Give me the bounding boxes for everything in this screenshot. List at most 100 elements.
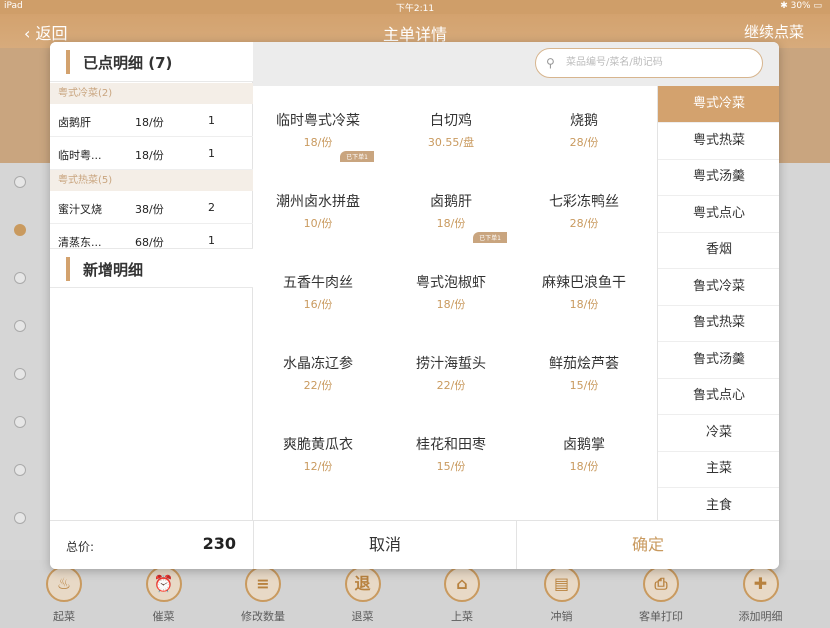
category-item[interactable]: 粤式点心	[658, 196, 779, 233]
category-item[interactable]: 香烟	[658, 232, 779, 269]
dish-card[interactable]: 桂花和田枣 15/份	[395, 422, 507, 486]
background-radio	[14, 416, 26, 428]
category-item[interactable]: 鲁式冷菜	[658, 269, 779, 306]
dish-name: 临时粤式冷菜	[276, 113, 360, 129]
dish-card[interactable]: 潮州卤水拼盘 10/份	[262, 179, 374, 243]
ordered-item-price: 18/份	[135, 116, 164, 129]
confirm-button[interactable]: 确定	[516, 521, 779, 569]
toolbar-icon: ♨	[46, 566, 82, 602]
toolbar-button[interactable]: ♨ 起菜	[29, 566, 99, 624]
status-bar: iPad 下午2:11 ✱ 30% ▭	[0, 0, 830, 14]
toolbar-button[interactable]: ⎙ 客单打印	[626, 566, 696, 624]
continue-order-button[interactable]: 继续点菜	[744, 21, 804, 42]
dish-name: 潮州卤水拼盘	[276, 194, 360, 210]
toolbar-label: 退菜	[351, 610, 374, 623]
category-item[interactable]: 鲁式点心	[658, 378, 779, 415]
ordered-item-name: 卤鹅肝	[58, 116, 91, 129]
category-item[interactable]: 粤式冷菜	[658, 86, 779, 123]
dish-name: 鲜茄烩芦荟	[549, 356, 619, 372]
new-title: 新增明细	[83, 261, 144, 279]
ordered-list[interactable]: 粤式冷菜(2) 卤鹅肝 18/份 1 临时粤... 18/份 1 粤式热菜(5) 蜜汁叉烧 38/…	[50, 83, 253, 248]
dish-price: 18/份	[303, 136, 333, 149]
dish-card[interactable]: 卤鹅掌 18/份	[528, 422, 640, 486]
dish-price: 22/份	[303, 379, 333, 392]
category-item[interactable]: 冷菜	[658, 415, 779, 452]
dish-card[interactable]: 粤式泡椒虾 18/份	[395, 260, 507, 324]
dish-price: 18/份	[436, 217, 466, 230]
ordered-item-row[interactable]: 清蒸东... 68/份 1	[50, 224, 253, 248]
ordered-item-name: 蜜汁叉烧	[58, 203, 102, 216]
toolbar-button[interactable]: ▤ 冲销	[527, 566, 597, 624]
dish-name: 粤式泡椒虾	[416, 275, 486, 291]
ordered-item-name: 清蒸东...	[58, 236, 102, 248]
ordered-badge: 已下单1	[340, 151, 374, 162]
category-item[interactable]: 主菜	[658, 451, 779, 488]
ordered-item-row[interactable]: 临时粤... 18/份 1	[50, 137, 253, 170]
toolbar-button[interactable]: ≡ 修改数量	[228, 566, 298, 624]
background-radio	[14, 320, 26, 332]
dish-card[interactable]: 白切鸡 30.55/盘	[395, 98, 507, 162]
toolbar-button[interactable]: 退退菜	[328, 566, 398, 624]
toolbar-label: 添加明细	[738, 610, 783, 623]
toolbar-icon: ⏰	[145, 566, 182, 602]
dish-price: 18/份	[569, 460, 599, 473]
accent-bar	[66, 50, 70, 74]
search-input[interactable]: ⚲ 菜品编号/菜名/助记码	[535, 48, 763, 78]
dish-name: 卤鹅肝	[430, 194, 472, 210]
toolbar-icon: ≡	[245, 566, 281, 602]
toolbar-label: 催菜	[152, 610, 175, 623]
dish-name: 桂花和田枣	[416, 437, 486, 453]
toolbar-icon: ▤	[543, 566, 580, 602]
dish-card-partial	[395, 503, 507, 520]
category-item[interactable]: 粤式汤羹	[658, 159, 779, 196]
ordered-item-row[interactable]: 蜜汁叉烧 38/份 2	[50, 191, 253, 224]
category-item[interactable]: 粤式热菜	[658, 123, 779, 160]
toolbar-icon: ⌂	[444, 566, 480, 602]
dish-price: 10/份	[303, 217, 333, 230]
dish-card-partial	[262, 503, 374, 520]
dish-card[interactable]: 水晶冻辽参 22/份	[262, 341, 374, 405]
dish-name: 爽脆黄瓜衣	[283, 437, 353, 453]
ordered-item-row[interactable]: 卤鹅肝 18/份 1	[50, 104, 253, 137]
status-time: 下午2:11	[395, 4, 435, 14]
dish-card[interactable]: 七彩冻鸭丝 28/份	[528, 179, 640, 243]
ordered-item-qty: 1	[208, 114, 215, 127]
category-item[interactable]: 主食	[658, 488, 779, 521]
toolbar-icon: 退	[344, 566, 381, 602]
toolbar-button[interactable]: ✚ 添加明细	[726, 566, 796, 624]
cancel-button[interactable]: 取消	[253, 521, 516, 569]
toolbar-button[interactable]: ⌂ 上菜	[427, 566, 497, 624]
battery-level: 30%	[790, 1, 811, 11]
dish-name: 五香牛肉丝	[283, 275, 353, 291]
dish-price: 16/份	[303, 298, 333, 311]
background-radio	[14, 176, 26, 188]
total-value: 230	[202, 534, 236, 553]
dish-card[interactable]: 五香牛肉丝 16/份	[262, 260, 374, 324]
background-radio	[14, 464, 26, 476]
dish-card[interactable]: 捞汁海蜇头 22/份	[395, 341, 507, 405]
background-radio-checked	[14, 224, 26, 236]
toolbar-label: 起菜	[53, 610, 75, 623]
dish-card[interactable]: 临时粤式冷菜 18/份 已下单1	[262, 98, 374, 162]
dish-price: 18/份	[436, 298, 466, 311]
category-item[interactable]: 鲁式热菜	[658, 305, 779, 342]
accent-bar	[66, 257, 70, 281]
dish-card[interactable]: 卤鹅肝 18/份 已下单1	[395, 179, 507, 243]
toolbar-label: 客单打印	[639, 610, 683, 623]
dish-card[interactable]: 烧鹅 28/份	[528, 98, 640, 162]
toolbar-button[interactable]: ⏰ 催菜	[129, 566, 199, 624]
toolbar-icon: ✚	[742, 566, 779, 602]
dish-price: 22/份	[436, 379, 466, 392]
dish-name: 七彩冻鸭丝	[549, 194, 619, 210]
ordered-item-price: 38/份	[135, 203, 164, 216]
search-placeholder: 菜品编号/菜名/助记码	[566, 57, 663, 68]
toolbar-icon: ⎙	[643, 566, 679, 602]
dish-card[interactable]: 爽脆黄瓜衣 12/份	[262, 422, 374, 486]
dish-name: 水晶冻辽参	[283, 356, 353, 372]
toolbar-label: 上菜	[451, 610, 473, 623]
dish-card[interactable]: 鲜茄烩芦荟 15/份	[528, 341, 640, 405]
category-item[interactable]: 鲁式汤羹	[658, 342, 779, 379]
background-radio	[14, 512, 26, 524]
dish-card[interactable]: 麻辣巴浪鱼干 18/份	[528, 260, 640, 324]
new-section-header: 新增明细	[50, 248, 253, 288]
